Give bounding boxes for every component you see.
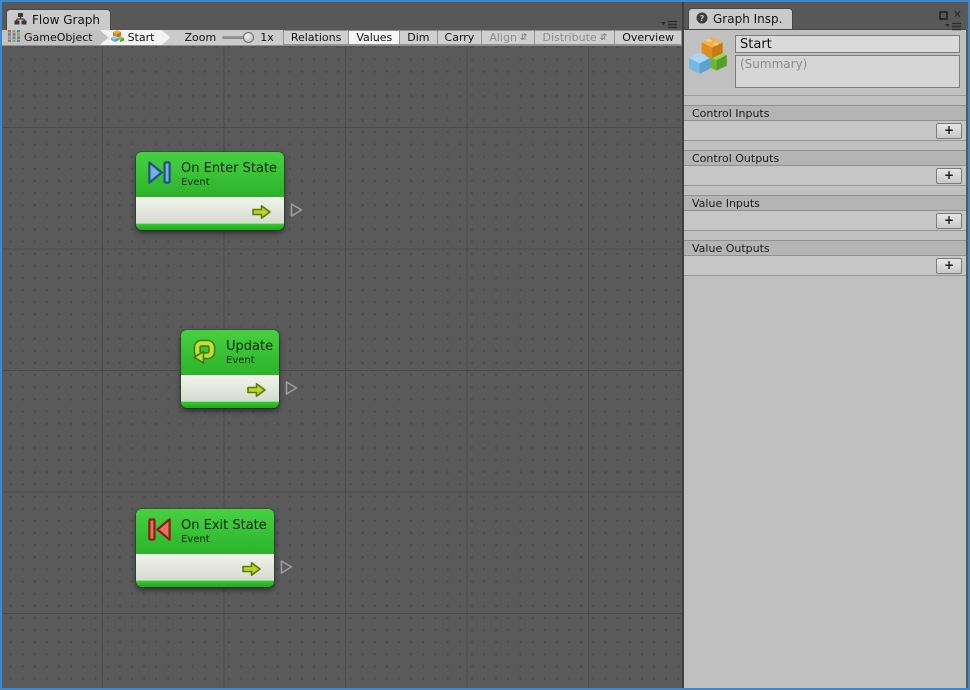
graph-header <box>684 30 966 96</box>
node-subtitle: Event <box>181 177 277 188</box>
flow-graph-tabbar: Flow Graph <box>2 2 682 30</box>
gameobject-icon <box>8 30 20 45</box>
toolbar-buttons: Relations Values Dim Carry Align ⇵ Distr… <box>284 30 682 45</box>
control-inputs-list: + <box>684 121 966 141</box>
node-title: On Exit State <box>181 518 267 533</box>
loop-icon <box>191 337 218 368</box>
graph-toolbar: GameObject Start Zoo <box>2 30 682 46</box>
node-title: Update <box>226 339 273 354</box>
add-control-output-button[interactable]: + <box>936 168 962 184</box>
graph-canvas[interactable]: On Enter State Event <box>2 46 682 688</box>
graph-inspector-tabbar: ? Graph Insp. ✕ <box>684 2 966 30</box>
tab-flow-graph-label: Flow Graph <box>32 13 100 27</box>
distribute-button: Distribute ⇵ <box>534 30 615 45</box>
relations-button[interactable]: Relations <box>283 30 350 45</box>
connection-port-triangle[interactable] <box>289 202 304 222</box>
values-button[interactable]: Values <box>348 30 400 45</box>
section-control-inputs: Control Inputs + <box>684 105 966 141</box>
node-title: On Enter State <box>181 161 277 176</box>
graph-summary-input[interactable] <box>735 55 960 88</box>
align-button: Align ⇵ <box>481 30 535 45</box>
control-outputs-list: + <box>684 166 966 186</box>
section-header: Control Inputs <box>684 105 966 121</box>
add-value-output-button[interactable]: + <box>936 258 962 274</box>
value-inputs-list: + <box>684 211 966 231</box>
section-value-outputs: Value Outputs + <box>684 240 966 276</box>
graph-inspector-icon: ? <box>696 12 708 27</box>
step-forward-icon <box>146 159 173 190</box>
section-control-outputs: Control Outputs + <box>684 150 966 186</box>
connection-port-triangle[interactable] <box>279 559 294 579</box>
graph-cubes-icon <box>688 35 730 88</box>
zoom-slider[interactable] <box>222 30 254 45</box>
breadcrumb-start[interactable]: Start <box>101 30 171 45</box>
align-dropdown-icon: ⇵ <box>520 33 528 43</box>
breadcrumb-gameobject[interactable]: GameObject <box>2 30 109 45</box>
pane-menu-icon[interactable] <box>660 16 678 28</box>
node-subtitle: Event <box>181 534 267 545</box>
carry-button[interactable]: Carry <box>437 30 483 45</box>
zoom-slider-handle[interactable] <box>243 32 254 43</box>
overview-button[interactable]: Overview <box>614 30 682 45</box>
breadcrumb-gameobject-label: GameObject <box>24 31 93 44</box>
svg-text:?: ? <box>700 13 705 22</box>
graph-inspector-body: Control Inputs + Control Outputs + Value… <box>684 30 966 688</box>
graph-inspector-panel: ? Graph Insp. ✕ <box>684 2 966 688</box>
tab-graph-inspector-label: Graph Insp. <box>713 12 782 26</box>
node-on-exit-state[interactable]: On Exit State Event <box>136 509 274 587</box>
distribute-dropdown-icon: ⇵ <box>600 33 608 43</box>
zoom-level: 1x <box>260 30 274 45</box>
node-on-enter-state[interactable]: On Enter State Event <box>136 152 284 230</box>
section-header: Value Inputs <box>684 195 966 211</box>
section-header: Value Outputs <box>684 240 966 256</box>
control-output-port-icon[interactable] <box>251 204 272 224</box>
step-backward-icon <box>146 516 173 547</box>
flow-graph-icon <box>14 12 27 28</box>
control-output-port-icon[interactable] <box>246 382 267 402</box>
graph-title-input[interactable] <box>735 35 960 53</box>
connection-port-triangle[interactable] <box>284 380 299 400</box>
unity-window: Flow Graph GameObject <box>0 0 970 690</box>
tab-graph-inspector[interactable]: ? Graph Insp. <box>688 8 793 29</box>
section-value-inputs: Value Inputs + <box>684 195 966 231</box>
graph-cube-icon-small <box>111 30 124 45</box>
zoom-label: Zoom <box>184 30 216 45</box>
pane-menu-icon[interactable] <box>944 18 962 37</box>
breadcrumb-start-label: Start <box>128 31 155 44</box>
dim-button[interactable]: Dim <box>399 30 437 45</box>
node-subtitle: Event <box>226 355 273 366</box>
node-update[interactable]: Update Event <box>181 330 279 408</box>
section-header: Control Outputs <box>684 150 966 166</box>
control-output-port-icon[interactable] <box>241 561 262 581</box>
add-value-input-button[interactable]: + <box>936 213 962 229</box>
add-control-input-button[interactable]: + <box>936 123 962 139</box>
tab-flow-graph[interactable]: Flow Graph <box>6 9 111 30</box>
flow-graph-panel: Flow Graph GameObject <box>2 2 684 688</box>
value-outputs-list: + <box>684 256 966 276</box>
